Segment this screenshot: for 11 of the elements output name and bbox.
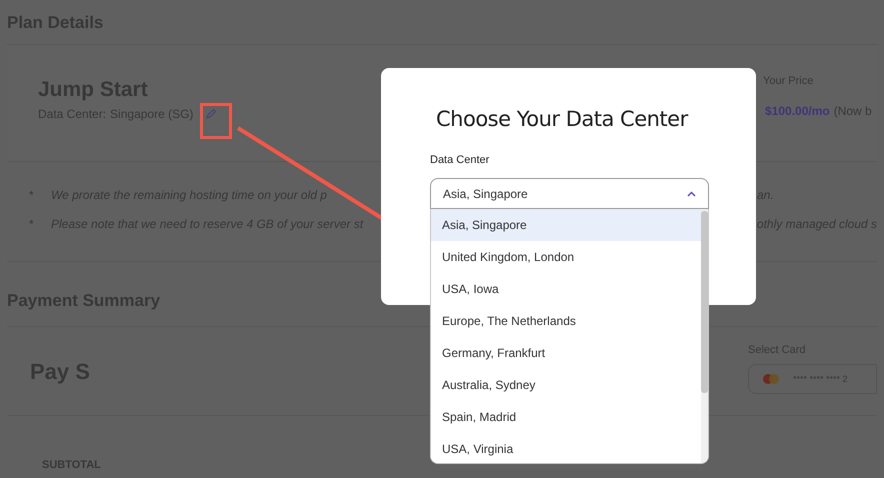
bullet-mark: *: [28, 216, 35, 233]
dropdown-option[interactable]: Asia, Singapore: [431, 209, 701, 241]
bullet-mark: *: [28, 187, 35, 204]
field-label: Data Center: [430, 152, 490, 168]
data-center-select[interactable]: Asia, Singapore: [430, 178, 709, 209]
modal-title: Choose Your Data Center: [435, 106, 690, 133]
card-logo-icon: [763, 374, 779, 384]
scrollbar-thumb[interactable]: [701, 211, 708, 393]
highlight-box: [200, 103, 232, 139]
chevron-up-icon: [687, 190, 696, 196]
pencil-icon[interactable]: [205, 108, 218, 120]
